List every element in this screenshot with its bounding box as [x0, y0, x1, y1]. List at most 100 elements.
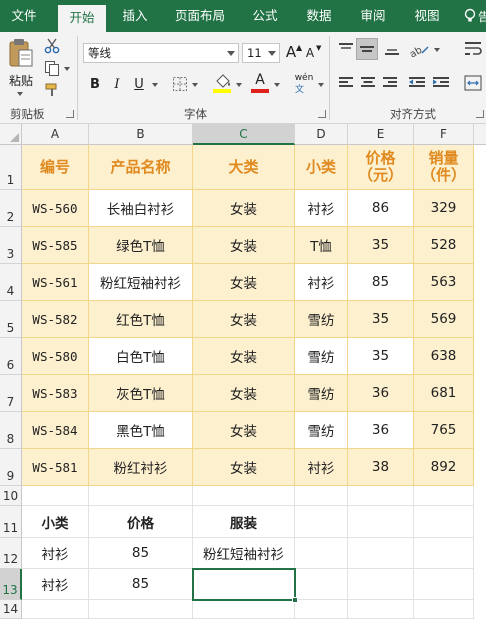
table-header-cell[interactable]: 价格（元）: [348, 145, 414, 190]
lookup-header-cell[interactable]: 小类: [22, 506, 89, 538]
empty-cell[interactable]: [414, 569, 474, 600]
table-cell[interactable]: 女装: [193, 375, 295, 412]
lookup-header-cell[interactable]: 价格: [89, 506, 193, 538]
table-cell[interactable]: WS-582: [22, 301, 89, 338]
table-cell[interactable]: 粉红衬衫: [89, 449, 193, 486]
empty-cell[interactable]: [295, 486, 348, 506]
empty-cell[interactable]: [295, 538, 348, 569]
column-header-c[interactable]: C: [193, 124, 295, 145]
table-cell[interactable]: 681: [414, 375, 474, 412]
column-header-g[interactable]: [474, 124, 486, 145]
table-cell[interactable]: 36: [348, 412, 414, 449]
row-header-12[interactable]: 12: [0, 538, 22, 569]
table-cell[interactable]: 35: [348, 338, 414, 375]
empty-cell[interactable]: [348, 486, 414, 506]
row-header-4[interactable]: 4: [0, 264, 22, 301]
table-cell[interactable]: 85: [348, 264, 414, 301]
font-size-select[interactable]: 11: [242, 43, 280, 63]
empty-cell[interactable]: [414, 600, 474, 619]
fill-handle[interactable]: [292, 597, 298, 603]
table-cell[interactable]: WS-585: [22, 227, 89, 264]
font-launcher[interactable]: [318, 110, 326, 118]
align-left-icon[interactable]: [338, 76, 354, 90]
table-cell[interactable]: WS-584: [22, 412, 89, 449]
empty-cell[interactable]: [89, 600, 193, 619]
table-cell[interactable]: 雪纺: [295, 412, 348, 449]
column-header-f[interactable]: F: [414, 124, 474, 145]
table-cell[interactable]: 女装: [193, 338, 295, 375]
paste-button[interactable]: 粘贴: [4, 72, 38, 88]
tab-insert[interactable]: 插入: [112, 0, 158, 32]
tab-data[interactable]: 数据: [296, 0, 342, 32]
row-header-1[interactable]: 1: [0, 145, 22, 190]
tab-home[interactable]: 开始: [58, 5, 106, 32]
fill-dropdown-arrow[interactable]: [236, 83, 242, 87]
format-painter-icon[interactable]: [44, 82, 60, 98]
table-cell[interactable]: 粉红短袖衬衫: [89, 264, 193, 301]
tab-file[interactable]: 文件: [2, 0, 46, 32]
table-cell[interactable]: WS-583: [22, 375, 89, 412]
decrease-indent-icon[interactable]: [408, 76, 426, 90]
row-header-13[interactable]: 13: [0, 569, 22, 600]
tell-me-text[interactable]: 告: [478, 8, 486, 25]
row-header-14[interactable]: 14: [0, 600, 22, 619]
table-cell[interactable]: 雪纺: [295, 301, 348, 338]
table-cell[interactable]: 638: [414, 338, 474, 375]
table-cell[interactable]: 892: [414, 449, 474, 486]
underline-button[interactable]: U: [130, 75, 148, 93]
clipboard-launcher[interactable]: [66, 110, 74, 118]
row-header-5[interactable]: 5: [0, 301, 22, 338]
orientation-dropdown-arrow[interactable]: [434, 48, 440, 52]
empty-cell[interactable]: [89, 486, 193, 506]
top-align-icon[interactable]: [338, 42, 354, 56]
worksheet-grid[interactable]: A B C D E F 1 2 3 4 5 6 7 8 9 10 11 12 1…: [0, 124, 486, 619]
merge-center-icon[interactable]: [464, 74, 482, 92]
table-cell[interactable]: 563: [414, 264, 474, 301]
increase-indent-icon[interactable]: [432, 76, 450, 90]
empty-cell[interactable]: [193, 600, 295, 619]
tab-formulas[interactable]: 公式: [242, 0, 288, 32]
table-cell[interactable]: 765: [414, 412, 474, 449]
empty-cell[interactable]: [414, 506, 474, 538]
tab-page-layout[interactable]: 页面布局: [168, 0, 232, 32]
lookup-cell[interactable]: 衬衫: [22, 538, 89, 569]
table-cell[interactable]: 329: [414, 190, 474, 227]
lookup-cell[interactable]: 衬衫: [22, 569, 89, 600]
table-cell[interactable]: 女装: [193, 449, 295, 486]
table-cell[interactable]: 灰色T恤: [89, 375, 193, 412]
table-cell[interactable]: WS-580: [22, 338, 89, 375]
lookup-header-cell[interactable]: 服装: [193, 506, 295, 538]
table-cell[interactable]: 黑色T恤: [89, 412, 193, 449]
empty-cell[interactable]: [295, 506, 348, 538]
empty-cell[interactable]: [414, 486, 474, 506]
table-cell[interactable]: 衬衫: [295, 449, 348, 486]
copy-dropdown-arrow[interactable]: [64, 67, 70, 71]
tab-review[interactable]: 审阅: [350, 0, 396, 32]
empty-cell[interactable]: [348, 569, 414, 600]
table-cell[interactable]: 雪纺: [295, 375, 348, 412]
table-cell[interactable]: T恤: [295, 227, 348, 264]
table-cell[interactable]: WS-581: [22, 449, 89, 486]
table-cell[interactable]: 38: [348, 449, 414, 486]
borders-icon[interactable]: [172, 76, 188, 92]
row-header-9[interactable]: 9: [0, 449, 22, 486]
bottom-align-icon[interactable]: [384, 42, 400, 56]
table-cell[interactable]: 35: [348, 301, 414, 338]
column-header-b[interactable]: B: [89, 124, 193, 145]
table-cell[interactable]: 女装: [193, 190, 295, 227]
empty-cell[interactable]: [22, 486, 89, 506]
table-cell[interactable]: WS-561: [22, 264, 89, 301]
table-header-cell[interactable]: 编号: [22, 145, 89, 190]
empty-cell[interactable]: [348, 600, 414, 619]
row-header-7[interactable]: 7: [0, 375, 22, 412]
wrap-text-icon[interactable]: [464, 40, 482, 58]
column-header-e[interactable]: E: [348, 124, 414, 145]
underline-dropdown-arrow[interactable]: [152, 83, 158, 87]
font-color-button[interactable]: A: [252, 72, 268, 88]
table-cell[interactable]: WS-560: [22, 190, 89, 227]
font-color-dropdown-arrow[interactable]: [274, 83, 280, 87]
bold-button[interactable]: B: [86, 75, 104, 93]
row-header-10[interactable]: 10: [0, 486, 22, 506]
table-cell[interactable]: 528: [414, 227, 474, 264]
italic-button[interactable]: I: [108, 75, 126, 93]
